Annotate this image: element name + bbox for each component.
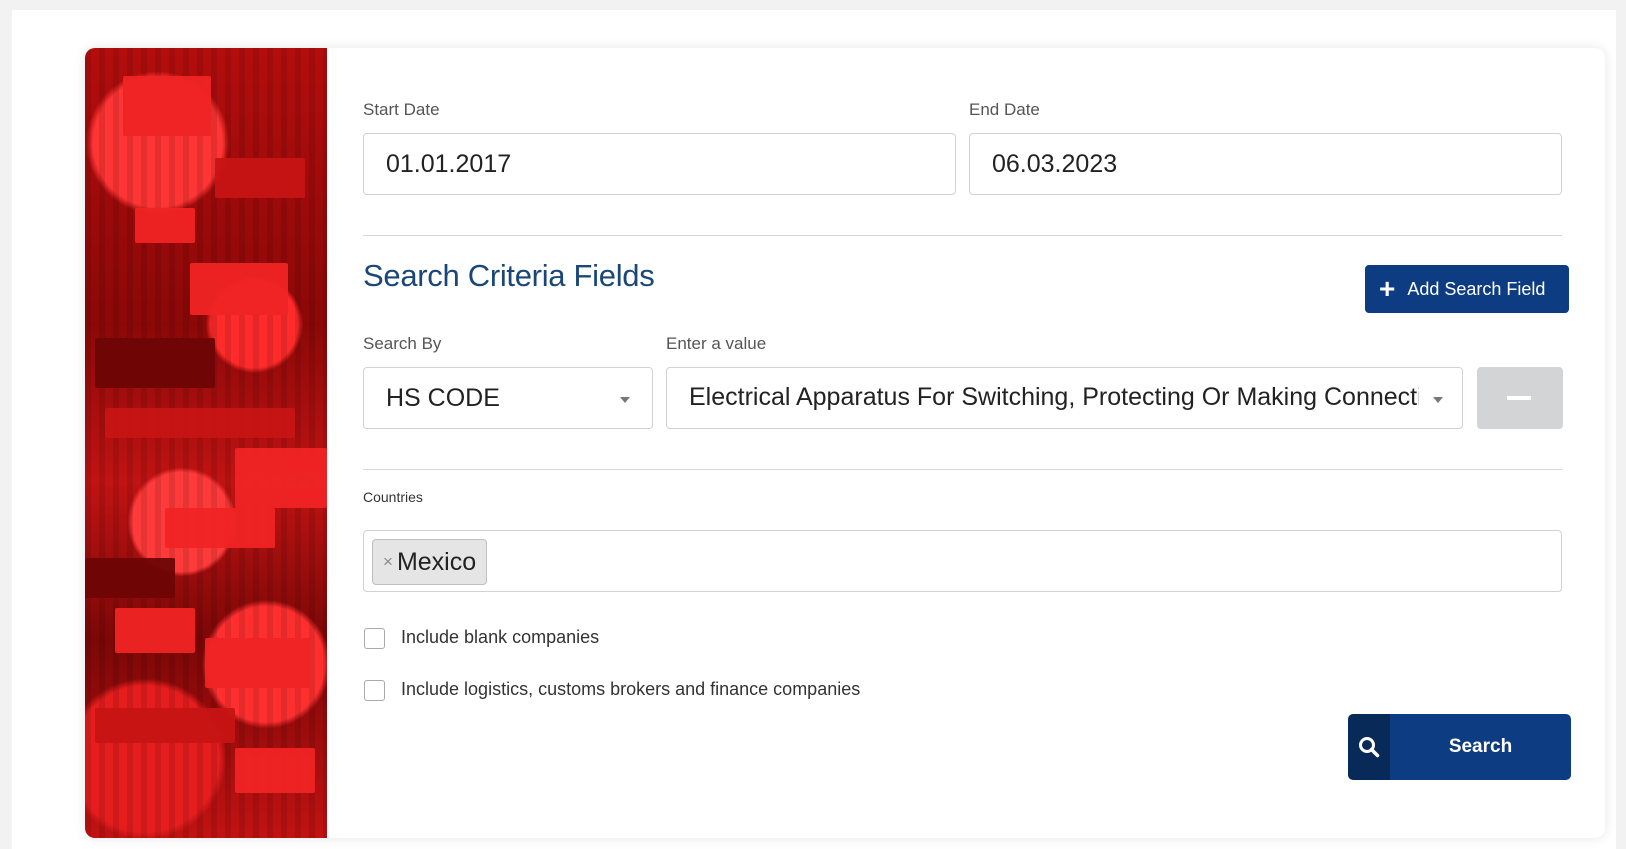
- add-search-field-label: Add Search Field: [1407, 278, 1546, 299]
- image-block: [115, 608, 195, 653]
- search-form-card: Start Date 01.01.2017 End Date 06.03.202…: [85, 48, 1605, 838]
- include-blank-label: Include blank companies: [401, 627, 600, 647]
- include-blank-checkbox[interactable]: [364, 628, 385, 649]
- image-block: [105, 408, 295, 438]
- side-image: [85, 48, 327, 838]
- divider: [363, 469, 1562, 470]
- countries-label: Countries: [363, 489, 423, 505]
- image-block: [205, 638, 310, 688]
- image-block: [165, 508, 275, 548]
- tag-remove-icon[interactable]: ×: [383, 552, 393, 572]
- remove-field-button[interactable]: [1477, 367, 1563, 429]
- value-select[interactable]: Electrical Apparatus For Switching, Prot…: [666, 367, 1463, 429]
- enter-value-label: Enter a value: [666, 334, 767, 353]
- country-tag-label: Mexico: [396, 547, 477, 576]
- include-logistics-checkbox[interactable]: [364, 680, 385, 701]
- search-by-select[interactable]: HS CODE: [363, 367, 653, 429]
- end-date-input[interactable]: 06.03.2023: [969, 133, 1562, 195]
- search-button[interactable]: Search: [1348, 714, 1571, 780]
- include-logistics-label: Include logistics, customs brokers and f…: [401, 679, 861, 699]
- start-date-input[interactable]: 01.01.2017: [363, 133, 956, 195]
- image-block: [95, 708, 235, 743]
- start-date-value: 01.01.2017: [386, 149, 512, 178]
- chevron-down-icon: [1433, 397, 1443, 403]
- image-block: [95, 338, 215, 388]
- page: Start Date 01.01.2017 End Date 06.03.202…: [12, 10, 1616, 849]
- section-heading: Search Criteria Fields: [363, 258, 655, 293]
- image-block: [235, 748, 315, 793]
- end-date-label: End Date: [969, 100, 1040, 119]
- image-block: [135, 208, 195, 243]
- divider: [363, 235, 1562, 236]
- image-block: [123, 76, 211, 136]
- search-by-label: Search By: [363, 334, 442, 353]
- search-by-value: HS CODE: [386, 383, 500, 412]
- start-date-label: Start Date: [363, 100, 440, 119]
- image-block: [235, 448, 327, 508]
- minus-icon: [1507, 396, 1531, 400]
- image-block: [190, 263, 288, 315]
- search-icon: [1348, 714, 1390, 780]
- image-block: [215, 158, 305, 198]
- country-tag: × Mexico: [372, 539, 488, 585]
- value-select-text: Electrical Apparatus For Switching, Prot…: [689, 383, 1419, 411]
- end-date-value: 06.03.2023: [992, 149, 1118, 178]
- chevron-down-icon: [620, 397, 630, 403]
- plus-icon: +: [1379, 273, 1396, 304]
- image-block: [85, 558, 175, 598]
- search-button-label: Search: [1390, 714, 1571, 780]
- add-search-field-button[interactable]: + Add Search Field: [1365, 265, 1569, 313]
- countries-input[interactable]: × Mexico: [363, 530, 1562, 592]
